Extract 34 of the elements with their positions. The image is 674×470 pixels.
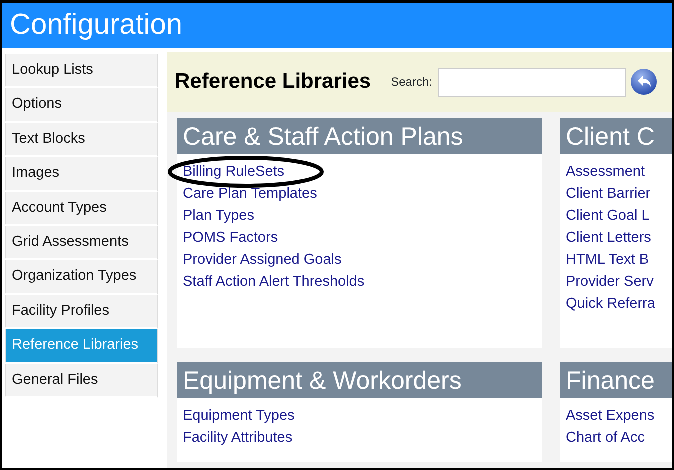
library-link[interactable]: Equipment Types [183,405,295,427]
library-link[interactable]: POMS Factors [183,227,278,249]
library-link[interactable]: Staff Action Alert Thresholds [183,271,365,293]
sidebar-item[interactable]: Grid Assessments [5,226,158,260]
library-link[interactable]: Client Goal L [566,205,650,227]
page-title: Reference Libraries [175,69,372,96]
search-label: Search: [391,74,432,91]
library-link[interactable]: Client Barrier [566,183,651,205]
sidebar-item[interactable]: Text Blocks [5,122,158,158]
library-link[interactable]: Provider Assigned Goals [183,249,342,271]
library-link[interactable]: HTML Text B [566,249,649,271]
library-link[interactable]: Quick Referra [566,293,656,315]
section-header: Client C [560,118,672,154]
section-header: Finance [560,362,672,398]
sidebar-item[interactable]: Organization Types [5,260,158,295]
section-header: Equipment & Workorders [177,362,542,398]
library-link[interactable]: Care Plan Templates [183,183,318,205]
search-field[interactable] [438,68,626,96]
library-link[interactable]: Asset Expens [566,405,655,427]
section-header: Care & Staff Action Plans [177,118,542,154]
window-title: Configuration [2,3,672,48]
library-link[interactable]: Chart of Acc [566,427,645,449]
library-link[interactable]: Plan Types [183,205,254,227]
library-link[interactable]: Facility Attributes [183,427,293,449]
library-link[interactable]: Client Letters [566,227,652,249]
sidebar-item[interactable]: Images [5,157,158,192]
sidebar-item[interactable]: Lookup Lists [5,54,158,88]
library-link[interactable]: Assessment [566,161,645,183]
sidebar-item[interactable]: Facility Profiles [5,294,158,330]
sidebar-item[interactable]: General Files [5,364,158,398]
sidebar-item[interactable]: Options [5,88,158,123]
library-link[interactable]: Provider Serv [566,271,654,293]
back-icon[interactable] [630,68,658,96]
sidebar-item[interactable]: Account Types [5,192,158,226]
